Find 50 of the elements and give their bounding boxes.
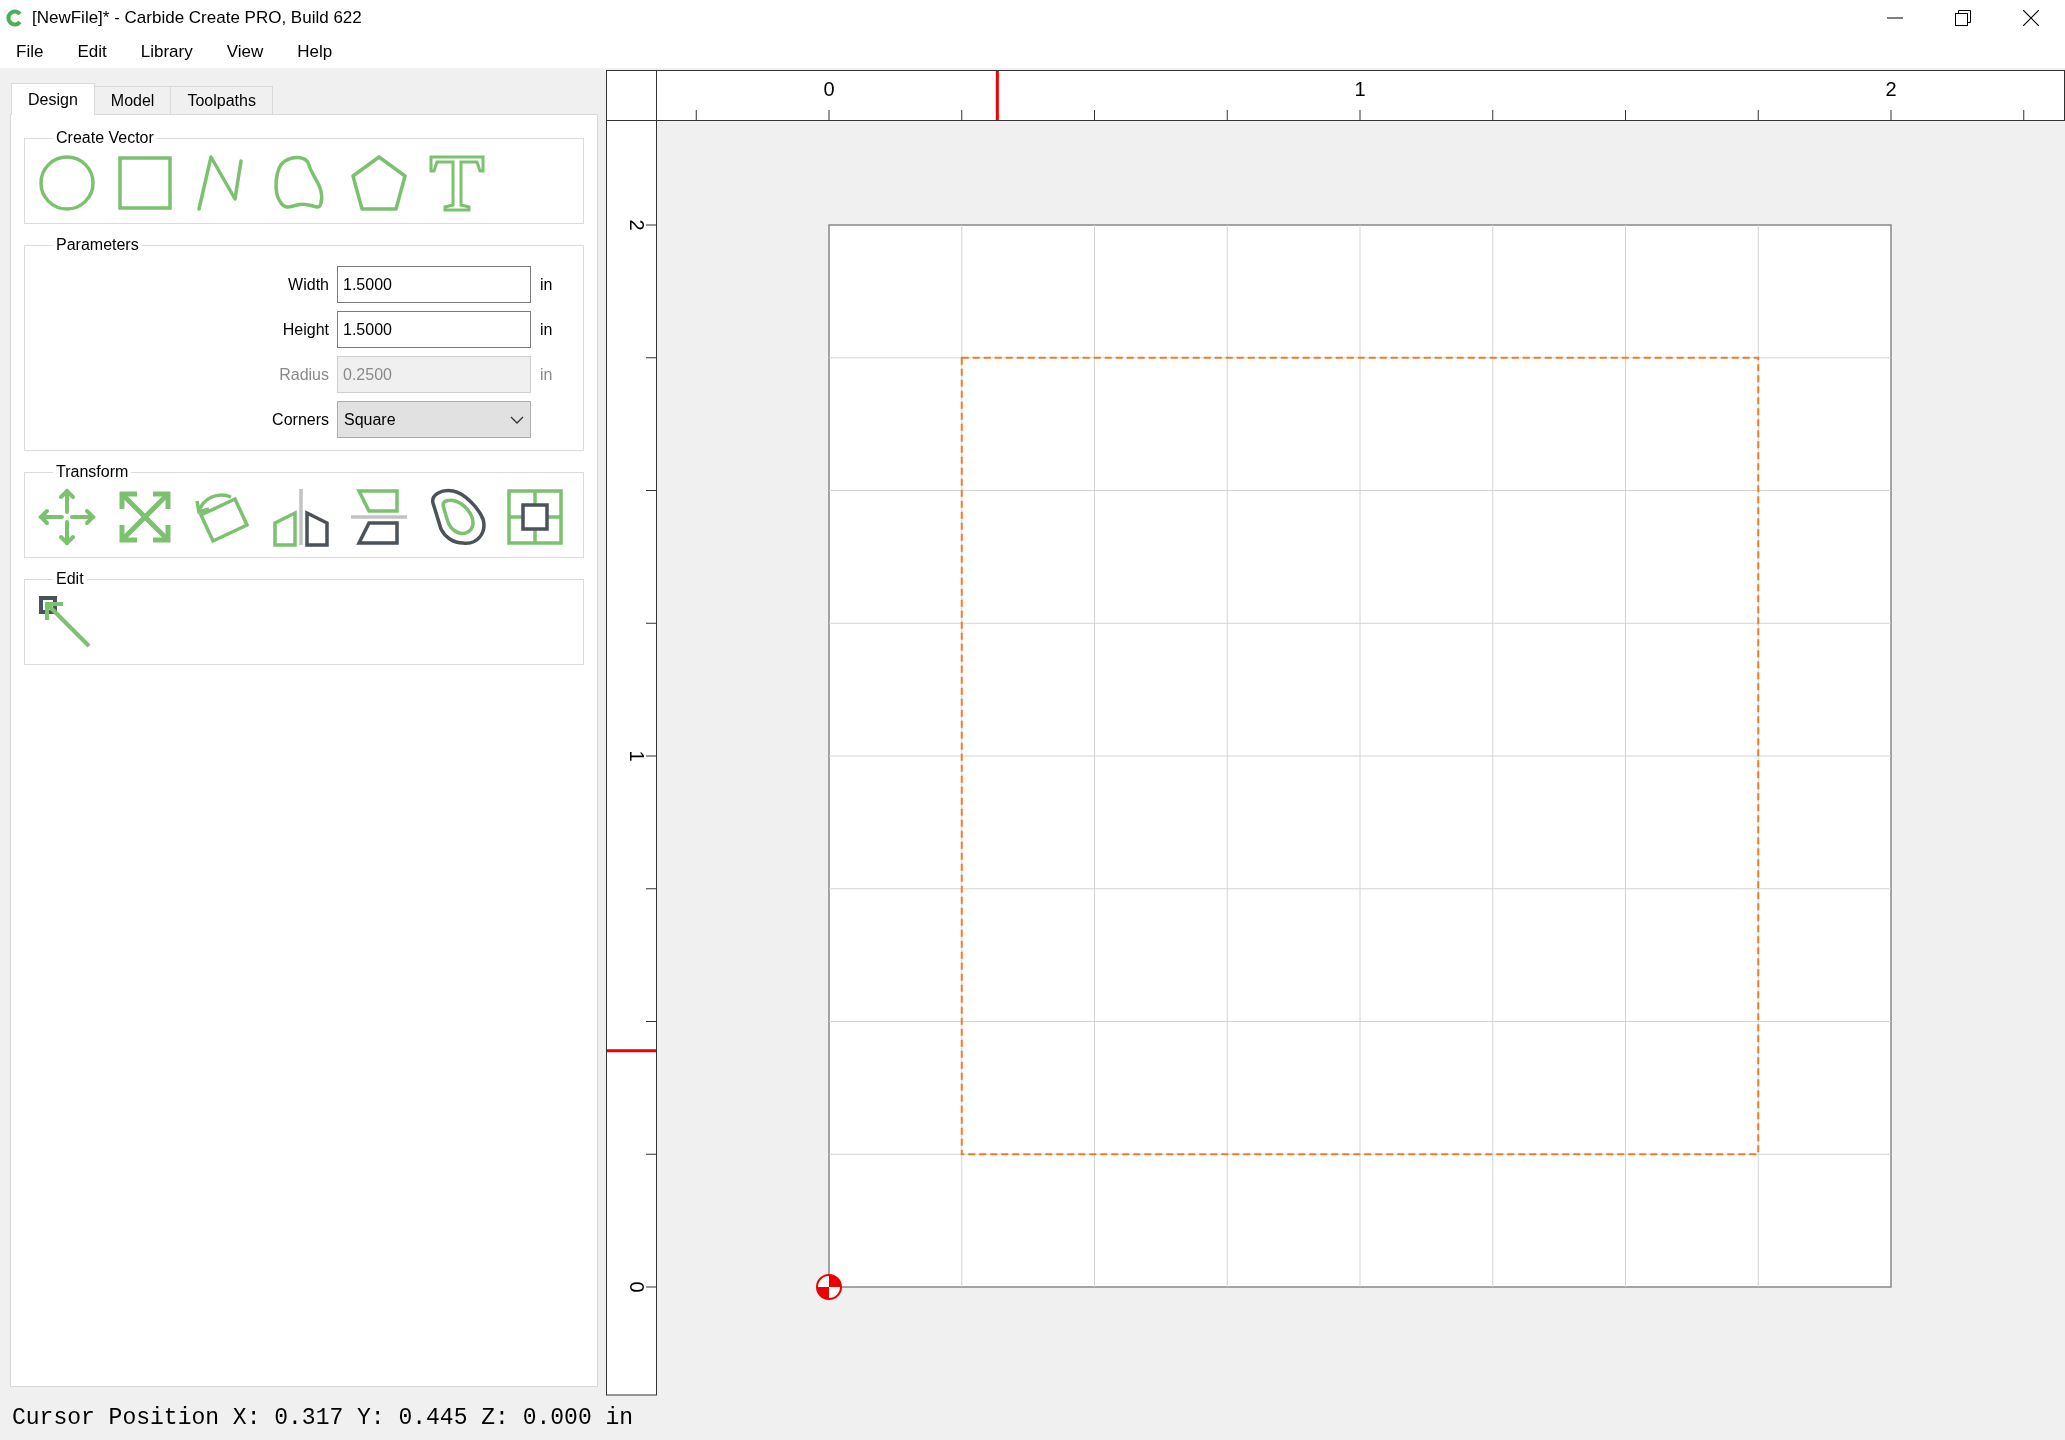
menu-item[interactable]: Library	[128, 37, 205, 66]
minimize-icon	[1887, 16, 1903, 19]
window-title: [NewFile]* - Carbide Create PRO, Build 622	[32, 7, 363, 28]
ruler-label: 1	[626, 750, 648, 762]
chevron-down-icon	[510, 415, 524, 424]
tool-button[interactable]	[271, 487, 331, 547]
restore-icon	[1955, 9, 1971, 26]
pentagon-icon	[349, 153, 409, 213]
menu-item[interactable]: Edit	[65, 37, 119, 66]
canvas-area[interactable]: 0 1 2 2 1 0	[606, 70, 2065, 1396]
field-label: Corners	[271, 410, 330, 429]
ruler-corner	[606, 70, 657, 121]
group-title: Transform	[55, 463, 130, 481]
flip-shapes-icon	[349, 487, 409, 547]
tool-button[interactable]	[505, 487, 565, 547]
serif-t-icon	[427, 153, 487, 213]
close-icon	[2023, 9, 2039, 26]
mirror-shapes-icon	[271, 487, 331, 547]
tab[interactable]: Toolpaths	[170, 86, 273, 114]
number-field[interactable]: 1.5000	[337, 266, 531, 303]
field-label: Radius	[278, 365, 330, 384]
tab[interactable]: Design	[11, 83, 95, 115]
unit-label: in	[539, 320, 554, 339]
move-arrows-icon	[37, 487, 97, 547]
cursor-marker	[995, 71, 999, 120]
unit-label: in	[539, 365, 554, 384]
group-title: Parameters	[55, 236, 140, 254]
square-icon	[115, 153, 175, 213]
rectangle-shape[interactable]	[960, 356, 1760, 1156]
ruler-label: 2	[626, 219, 648, 231]
number-field[interactable]: 1.5000	[337, 311, 531, 348]
tool-button[interactable]	[349, 487, 409, 547]
menu-item[interactable]: Help	[285, 37, 345, 66]
ruler-label: 0	[626, 1281, 648, 1293]
status-text: Cursor Position X: 0.317 Y: 0.445 Z: 0.000 in	[11, 1405, 634, 1431]
menu-item[interactable]: File	[4, 37, 56, 66]
group-title: Edit	[55, 570, 85, 588]
circle-icon	[37, 153, 97, 213]
ruler-label: 2	[1885, 78, 1897, 100]
app-logo-icon	[6, 8, 24, 27]
dropdown[interactable]: Square	[337, 401, 531, 438]
align-center-icon	[505, 487, 565, 547]
field-label: Height	[281, 320, 330, 339]
unit-label: in	[539, 275, 554, 294]
menu-item[interactable]: View	[214, 37, 276, 66]
group-title: Create Vector	[55, 129, 155, 147]
cursor-marker	[607, 1049, 656, 1053]
field-label: Width	[287, 275, 330, 294]
ruler-label: 0	[823, 78, 835, 100]
ruler-label: 1	[1354, 78, 1366, 100]
